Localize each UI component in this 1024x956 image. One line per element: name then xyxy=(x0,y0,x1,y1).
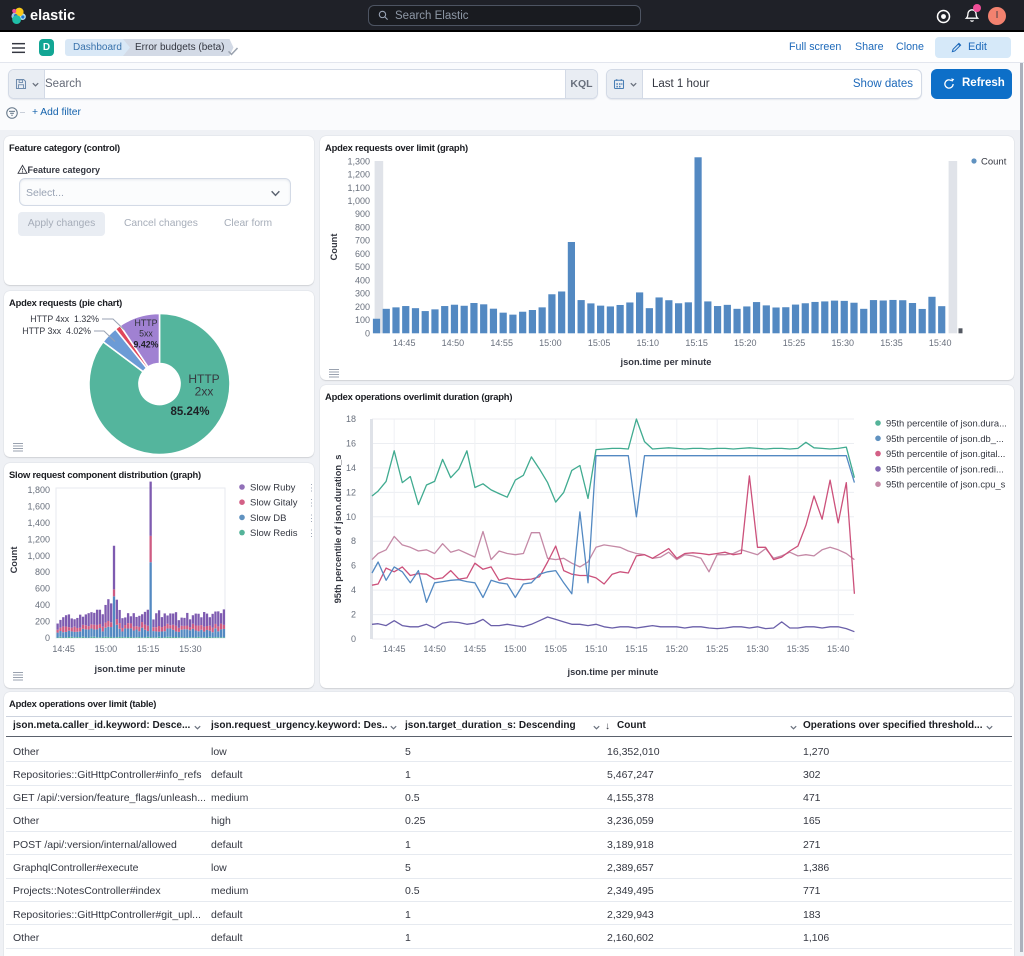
svg-text:200: 200 xyxy=(355,302,370,312)
svg-text:Count: Count xyxy=(9,547,19,574)
svg-text:15:40: 15:40 xyxy=(827,644,850,654)
svg-text:1,800: 1,800 xyxy=(27,485,50,495)
svg-text:200: 200 xyxy=(35,617,50,627)
svg-text:2xx: 2xx xyxy=(195,385,214,399)
svg-text:Slow DB: Slow DB xyxy=(250,513,286,524)
svg-text:15:35: 15:35 xyxy=(880,338,903,348)
svg-text:1,300: 1,300 xyxy=(347,156,370,166)
svg-text:15:00: 15:00 xyxy=(504,644,527,654)
svg-text:700: 700 xyxy=(355,236,370,246)
svg-text:14:45: 14:45 xyxy=(52,644,75,654)
svg-text:15:00: 15:00 xyxy=(95,644,118,654)
svg-text:15:35: 15:35 xyxy=(787,644,810,654)
svg-text:1,200: 1,200 xyxy=(27,534,50,544)
svg-text:300: 300 xyxy=(355,289,370,299)
svg-text:14:45: 14:45 xyxy=(393,338,416,348)
svg-text:json.time per minute: json.time per minute xyxy=(94,664,186,674)
svg-text:⋮: ⋮ xyxy=(307,528,314,538)
svg-text:400: 400 xyxy=(355,275,370,285)
svg-text:15:20: 15:20 xyxy=(734,338,757,348)
svg-text:12: 12 xyxy=(346,487,356,497)
svg-text:15:05: 15:05 xyxy=(544,644,567,654)
svg-text:15:25: 15:25 xyxy=(783,338,806,348)
svg-text:1,000: 1,000 xyxy=(27,551,50,561)
svg-text:15:30: 15:30 xyxy=(832,338,855,348)
svg-text:14:55: 14:55 xyxy=(490,338,513,348)
svg-text:HTTP: HTTP xyxy=(135,318,158,328)
svg-text:1,600: 1,600 xyxy=(27,502,50,512)
svg-text:0: 0 xyxy=(351,634,356,644)
svg-text:14:45: 14:45 xyxy=(383,644,406,654)
svg-text:4: 4 xyxy=(351,585,356,595)
svg-text:15:00: 15:00 xyxy=(539,338,562,348)
svg-text:json.time per minute: json.time per minute xyxy=(567,667,659,677)
svg-text:15:25: 15:25 xyxy=(706,644,729,654)
svg-text:14: 14 xyxy=(346,463,356,473)
svg-text:95th percentile of json.durati: 95th percentile of json.duration_s xyxy=(333,455,343,604)
svg-text:HTTP 3xx 4.02%: HTTP 3xx 4.02% xyxy=(22,326,91,336)
svg-text:10: 10 xyxy=(346,512,356,522)
svg-text:Slow Gitaly: Slow Gitaly xyxy=(250,498,298,509)
svg-text:2: 2 xyxy=(351,610,356,620)
svg-text:15:15: 15:15 xyxy=(685,338,708,348)
svg-text:⋮: ⋮ xyxy=(307,513,314,523)
svg-text:15:10: 15:10 xyxy=(585,644,608,654)
svg-text:15:05: 15:05 xyxy=(588,338,611,348)
svg-text:95th percentile of json.cpu_s: 95th percentile of json.cpu_s xyxy=(886,479,1006,490)
svg-text:0: 0 xyxy=(365,328,370,338)
svg-text:⋮: ⋮ xyxy=(307,483,314,493)
svg-text:18: 18 xyxy=(346,414,356,424)
svg-text:json.time per minute: json.time per minute xyxy=(620,357,712,367)
svg-text:1,000: 1,000 xyxy=(347,196,370,206)
svg-text:600: 600 xyxy=(355,249,370,259)
svg-text:15:20: 15:20 xyxy=(666,644,689,654)
svg-text:15:40: 15:40 xyxy=(929,338,952,348)
svg-text:85.24%: 85.24% xyxy=(170,406,209,418)
svg-text:0: 0 xyxy=(45,633,50,643)
svg-text:15:15: 15:15 xyxy=(625,644,648,654)
svg-text:Count: Count xyxy=(981,157,1007,168)
svg-text:100: 100 xyxy=(355,315,370,325)
svg-text:400: 400 xyxy=(35,600,50,610)
svg-text:Count: Count xyxy=(329,234,339,261)
svg-text:14:50: 14:50 xyxy=(423,644,446,654)
svg-text:600: 600 xyxy=(35,584,50,594)
svg-text:14:55: 14:55 xyxy=(464,644,487,654)
svg-text:95th percentile of json.dura..: 95th percentile of json.dura... xyxy=(886,418,1007,429)
svg-text:1,100: 1,100 xyxy=(347,183,370,193)
svg-text:1,400: 1,400 xyxy=(27,518,50,528)
svg-text:8: 8 xyxy=(351,536,356,546)
svg-text:14:50: 14:50 xyxy=(442,338,465,348)
svg-text:15:15: 15:15 xyxy=(137,644,160,654)
svg-text:1,200: 1,200 xyxy=(347,170,370,180)
svg-text:Slow Redis: Slow Redis xyxy=(250,528,298,539)
svg-text:800: 800 xyxy=(355,223,370,233)
svg-text:95th percentile of json.redi..: 95th percentile of json.redi... xyxy=(886,463,1004,474)
svg-text:HTTP 4xx 1.32%: HTTP 4xx 1.32% xyxy=(30,314,99,324)
svg-text:800: 800 xyxy=(35,567,50,577)
svg-text:15:30: 15:30 xyxy=(179,644,202,654)
svg-text:16: 16 xyxy=(346,439,356,449)
svg-text:⋮: ⋮ xyxy=(307,498,314,508)
svg-text:15:30: 15:30 xyxy=(746,644,769,654)
svg-text:Slow Ruby: Slow Ruby xyxy=(250,483,296,494)
svg-text:15:10: 15:10 xyxy=(637,338,660,348)
svg-text:6: 6 xyxy=(351,561,356,571)
svg-text:95th percentile of json.db_...: 95th percentile of json.db_... xyxy=(886,433,1004,444)
svg-text:9.42%: 9.42% xyxy=(134,340,159,350)
svg-text:500: 500 xyxy=(355,262,370,272)
svg-text:900: 900 xyxy=(355,209,370,219)
svg-text:5xx: 5xx xyxy=(139,329,153,339)
svg-text:95th percentile of json.gital.: 95th percentile of json.gital... xyxy=(886,448,1005,459)
